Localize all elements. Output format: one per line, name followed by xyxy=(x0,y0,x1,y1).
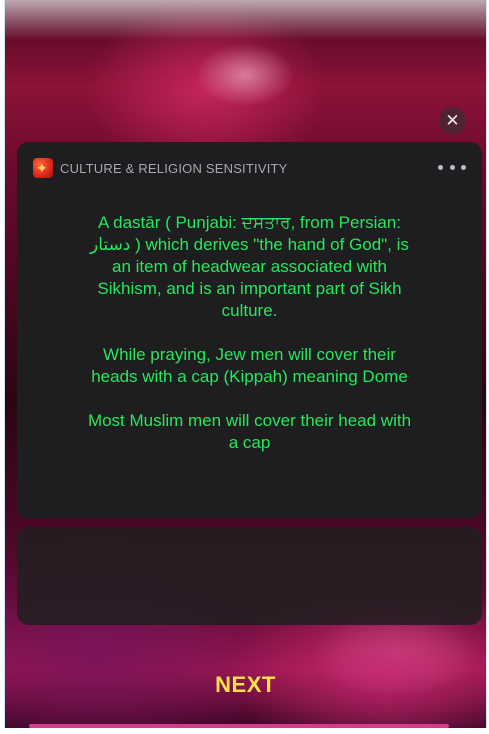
body-paragraph: While praying, Jew men will cover their … xyxy=(91,345,408,386)
background-blur xyxy=(5,0,486,40)
more-options-button[interactable] xyxy=(438,156,466,178)
notification-card: ✦ CULTURE & RELIGION SENSITIVITY A dastā… xyxy=(17,142,482,518)
ellipsis-icon xyxy=(438,164,443,170)
body-paragraph: A dastār ( Punjabi: ਦਸਤਾਰ, from Persian:… xyxy=(90,213,409,320)
close-button[interactable]: ✕ xyxy=(439,107,466,134)
notification-screen: ✕ ✦ CULTURE & RELIGION SENSITIVITY A das… xyxy=(4,0,487,728)
close-icon: ✕ xyxy=(445,111,460,130)
notification-body: A dastār ( Punjabi: ਦਸਤਾਰ, from Persian:… xyxy=(87,212,412,476)
next-button[interactable]: NEXT xyxy=(5,672,486,698)
body-paragraph: Most Muslim men will cover their head wi… xyxy=(87,411,412,452)
bottom-bar xyxy=(29,724,449,728)
cultural-app-icon: ✦ xyxy=(33,158,53,178)
secondary-card xyxy=(17,527,482,625)
app-name: CULTURE & RELIGION SENSITIVITY xyxy=(60,161,288,176)
